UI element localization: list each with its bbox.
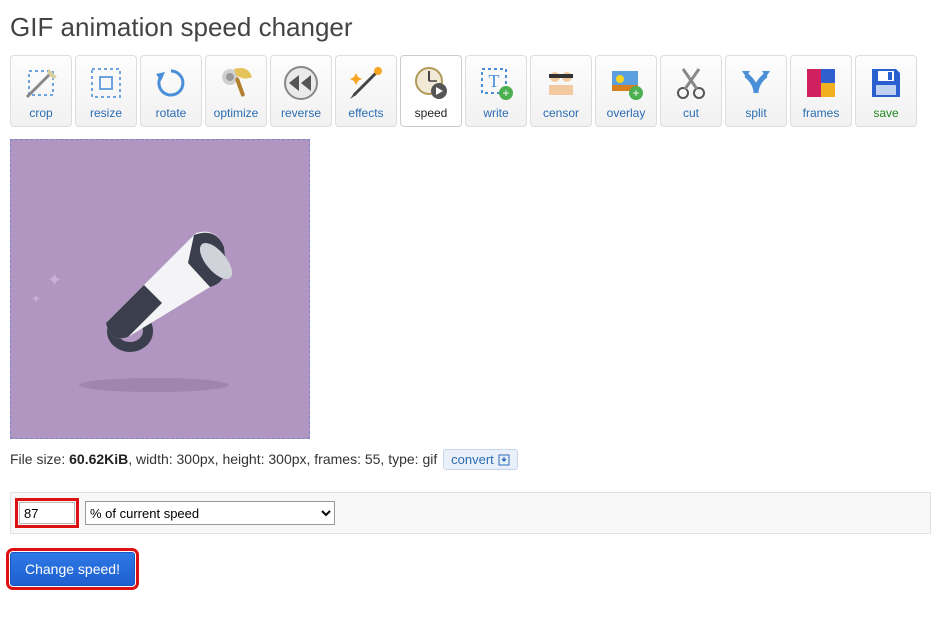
tool-write[interactable]: T+ write (465, 55, 527, 127)
tool-crop[interactable]: crop (10, 55, 72, 127)
tool-label: cut (683, 106, 699, 120)
reverse-icon (280, 62, 322, 104)
tool-save[interactable]: save (855, 55, 917, 127)
megaphone-icon (76, 203, 256, 363)
resize-icon (85, 62, 127, 104)
shadow (79, 378, 229, 392)
tool-split[interactable]: split (725, 55, 787, 127)
download-icon (498, 454, 510, 466)
optimize-icon (215, 62, 257, 104)
tool-effects[interactable]: effects (335, 55, 397, 127)
fileinfo-prefix: File size: (10, 451, 69, 467)
speed-unit-select[interactable]: % of current speed (85, 501, 335, 525)
tool-resize[interactable]: resize (75, 55, 137, 127)
tool-label: save (873, 106, 898, 120)
svg-text:+: + (632, 86, 639, 100)
tool-rotate[interactable]: rotate (140, 55, 202, 127)
frames-icon (800, 62, 842, 104)
sparkle-icon: ✦ (47, 270, 62, 291)
tool-label: rotate (156, 106, 187, 120)
file-info: File size: 60.62KiB, width: 300px, heigh… (10, 449, 931, 470)
svg-text:+: + (502, 86, 509, 100)
censor-icon (540, 62, 582, 104)
crop-icon (20, 62, 62, 104)
fileinfo-size: 60.62KiB (69, 451, 128, 467)
speed-form: % of current speed (10, 492, 931, 534)
tool-label: speed (415, 106, 448, 120)
tool-frames[interactable]: frames (790, 55, 852, 127)
tool-overlay[interactable]: + overlay (595, 55, 657, 127)
write-icon: T+ (475, 62, 517, 104)
fileinfo-rest: , width: 300px, height: 300px, frames: 5… (128, 451, 437, 467)
speed-icon (410, 62, 452, 104)
tool-label: write (483, 106, 508, 120)
tool-speed[interactable]: speed (400, 55, 462, 127)
overlay-icon: + (605, 62, 647, 104)
change-speed-button[interactable]: Change speed! (10, 552, 135, 586)
tool-label: optimize (214, 106, 259, 120)
tool-label: split (745, 106, 766, 120)
toolbar: crop resize rotate optimize reverse effe… (10, 55, 931, 127)
tool-label: reverse (281, 106, 321, 120)
tool-label: frames (803, 106, 840, 120)
tool-label: crop (29, 106, 52, 120)
tool-reverse[interactable]: reverse (270, 55, 332, 127)
gif-preview: ✦ ✦ (10, 139, 310, 439)
tool-optimize[interactable]: optimize (205, 55, 267, 127)
cut-icon (670, 62, 712, 104)
split-icon (735, 62, 777, 104)
rotate-icon (150, 62, 192, 104)
sparkle-icon: ✦ (31, 292, 41, 306)
save-icon (865, 62, 907, 104)
tool-label: effects (348, 106, 383, 120)
convert-button[interactable]: convert (443, 449, 518, 470)
tool-label: censor (543, 106, 579, 120)
tool-censor[interactable]: censor (530, 55, 592, 127)
svg-text:T: T (489, 71, 500, 91)
effects-icon (345, 62, 387, 104)
tool-label: resize (90, 106, 122, 120)
tool-label: overlay (607, 106, 646, 120)
speed-input[interactable] (19, 502, 75, 524)
convert-label: convert (451, 452, 494, 467)
page-title: GIF animation speed changer (10, 12, 931, 43)
tool-cut[interactable]: cut (660, 55, 722, 127)
